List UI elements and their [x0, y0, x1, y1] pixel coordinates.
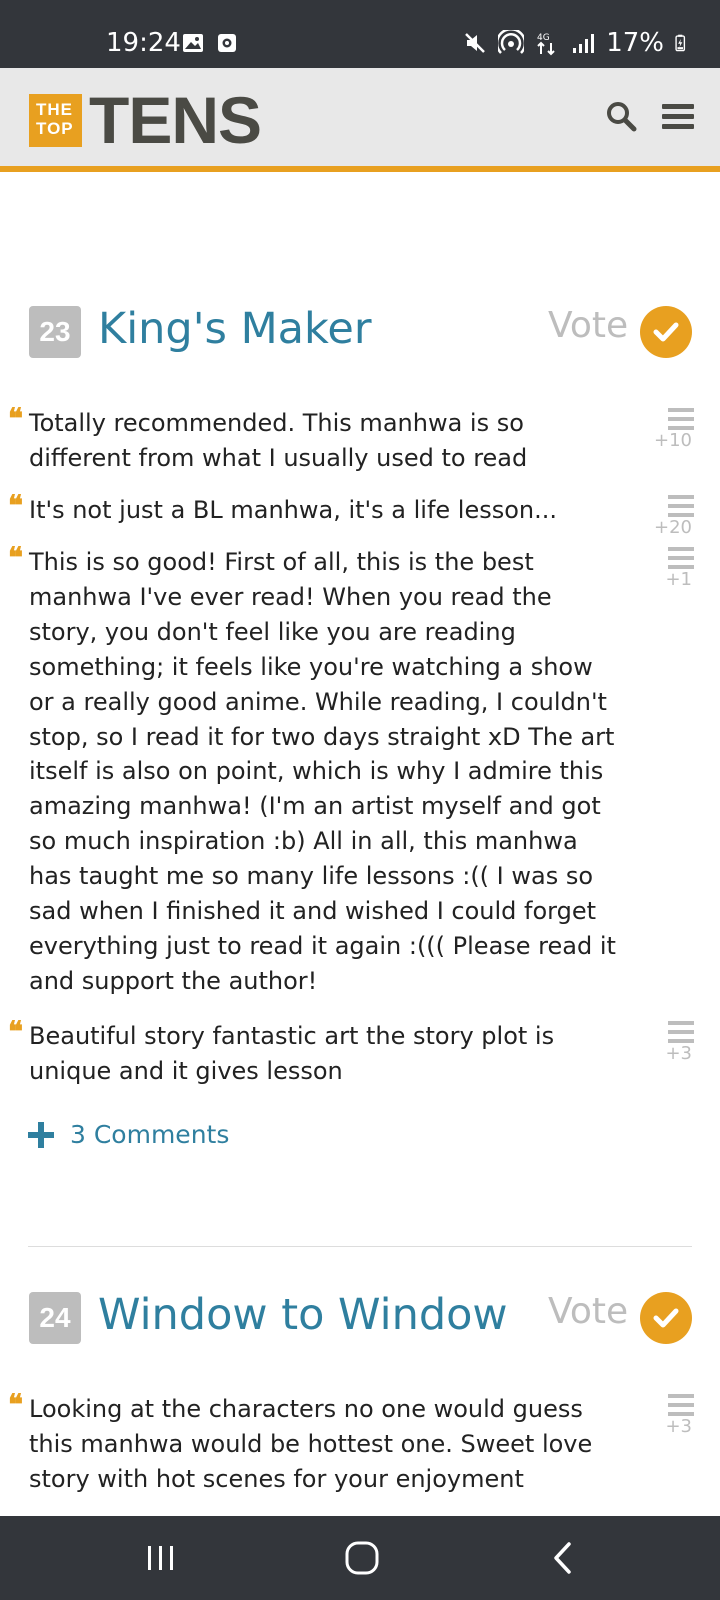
battery-percent: 17% — [606, 28, 664, 58]
battery-charging-icon — [675, 34, 686, 52]
item-heading: 24 Window to Window Vote — [0, 1288, 720, 1348]
review: ❝ Looking at the characters no one would… — [0, 1388, 720, 1502]
logo-word: TENS — [89, 83, 262, 157]
review: ❝ Totally recommended. This manhwa is so… — [0, 402, 720, 476]
review-menu-icon[interactable] — [668, 547, 694, 569]
review: ❝ It's not just a BL manhwa, it's a life… — [0, 489, 720, 538]
checkmark-icon — [653, 322, 679, 342]
menu-icon[interactable] — [662, 102, 694, 132]
home-icon[interactable] — [342, 1538, 382, 1578]
review-menu-icon[interactable] — [668, 495, 694, 517]
svg-text:4G: 4G — [537, 33, 550, 43]
review-text: This is so good! First of all, this is t… — [29, 548, 616, 995]
logo-badge: THE TOP — [29, 93, 82, 147]
comments-label: 3 Comments — [70, 1120, 230, 1149]
checkmark-icon — [653, 1308, 679, 1328]
review-score: +1 — [665, 569, 692, 590]
comments-link[interactable]: 3 Comments — [28, 1120, 229, 1149]
item-heading: 23 King's Maker Vote — [0, 302, 720, 362]
quote-icon: ❝ — [8, 489, 24, 522]
plus-icon — [28, 1121, 54, 1148]
status-left-icons — [182, 32, 238, 54]
vote-label[interactable]: Vote — [548, 305, 628, 346]
status-time: 19:24 — [106, 28, 181, 58]
quote-icon: ❝ — [8, 402, 24, 435]
rank-badge: 24 — [29, 1292, 81, 1344]
review-score: +3 — [665, 1416, 692, 1437]
screen-record-icon — [218, 34, 236, 52]
review-score: +20 — [654, 517, 692, 538]
review-menu-icon[interactable] — [668, 408, 694, 430]
review-menu-icon[interactable] — [668, 1394, 694, 1416]
review-score: +10 — [654, 430, 692, 451]
quote-icon: ❝ — [8, 541, 24, 574]
mute-icon — [465, 33, 486, 53]
review-text: It's not just a BL manhwa, it's a life l… — [29, 496, 558, 524]
image-icon — [183, 34, 203, 52]
item-title[interactable]: King's Maker — [98, 304, 372, 354]
review-text: Totally recommended. This manhwa is so d… — [29, 409, 528, 472]
vote-label[interactable]: Vote — [548, 1291, 628, 1332]
site-logo[interactable]: THE TOP TENS — [29, 83, 262, 157]
signal-icon — [573, 34, 595, 53]
logo-the: THE — [36, 99, 73, 119]
navigation-bar — [0, 1516, 720, 1600]
quote-icon: ❝ — [8, 1015, 24, 1048]
review-text: Looking at the characters no one would g… — [29, 1395, 593, 1493]
review-text: Beautiful story fantastic art the story … — [29, 1022, 555, 1085]
item-divider — [28, 1246, 692, 1247]
site-header: THE TOP TENS — [0, 68, 720, 172]
review: ❝ Beautiful story fantastic art the stor… — [0, 1015, 720, 1089]
back-icon[interactable] — [543, 1538, 583, 1578]
vote-button[interactable] — [640, 306, 692, 358]
review-score: +3 — [665, 1043, 692, 1064]
vote-button[interactable] — [640, 1292, 692, 1344]
status-right: 4G 17% — [462, 28, 692, 58]
logo-top: TOP — [36, 118, 74, 138]
recent-apps-icon[interactable] — [141, 1538, 181, 1578]
review-menu-icon[interactable] — [668, 1021, 694, 1043]
item-title[interactable]: Window to Window — [98, 1290, 508, 1340]
search-icon[interactable] — [605, 100, 637, 132]
hotspot-icon — [498, 30, 525, 54]
quote-icon: ❝ — [8, 1388, 24, 1421]
rank-badge: 23 — [29, 306, 81, 358]
review: ❝ This is so good! First of all, this is… — [0, 541, 720, 995]
network-arrows-icon: 4G — [537, 33, 555, 56]
status-bar: 19:24 4G 17% — [0, 0, 720, 68]
